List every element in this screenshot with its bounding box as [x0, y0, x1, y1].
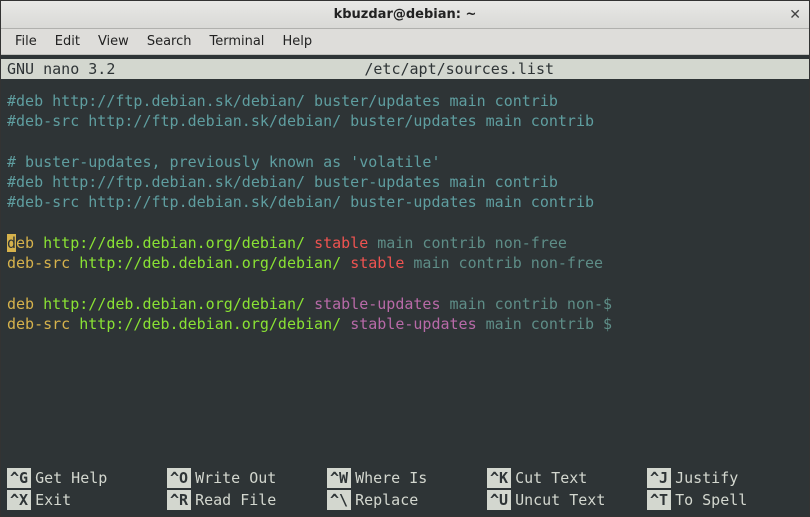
- menu-help[interactable]: Help: [274, 31, 320, 52]
- editor-line[interactable]: #deb http://ftp.debian.sk/debian/ buster…: [7, 91, 803, 111]
- editor-segment: deb-src: [7, 254, 79, 272]
- nano-shortcuts: ^G Get Help^O Write Out^W Where Is^K Cut…: [7, 468, 803, 511]
- editor-segment: http://deb.debian.org/debian/: [79, 315, 350, 333]
- shortcut-key: ^\: [327, 490, 351, 510]
- editor-segment: deb: [7, 295, 43, 313]
- editor-segment: stable: [350, 254, 413, 272]
- shortcut-key: ^O: [167, 468, 191, 488]
- shortcut-key: ^J: [647, 468, 671, 488]
- shortcut-label: Get Help: [35, 468, 163, 488]
- shortcut-key: ^G: [7, 468, 31, 488]
- editor-segment: # buster-updates, previously known as 'v…: [7, 153, 440, 171]
- shortcut-key: ^K: [487, 468, 511, 488]
- editor-segment: http://deb.debian.org/debian/: [43, 295, 314, 313]
- editor-segment: main contrib non-free: [413, 254, 603, 272]
- editor-segment: d: [7, 234, 16, 252]
- editor-line[interactable]: #deb-src http://ftp.debian.sk/debian/ bu…: [7, 111, 803, 131]
- editor-segment: deb-src: [7, 315, 79, 333]
- shortcut-label: Uncut Text: [515, 490, 643, 510]
- shortcut-label: To Spell: [675, 490, 803, 510]
- shortcut-label: Where Is: [355, 468, 483, 488]
- editor-line[interactable]: deb-src http://deb.debian.org/debian/ st…: [7, 253, 803, 273]
- shortcut-label: Exit: [35, 490, 163, 510]
- shortcut-key: ^R: [167, 490, 191, 510]
- shortcut-label: Write Out: [195, 468, 323, 488]
- titlebar[interactable]: kbuzdar@debian: ~ ✕: [1, 1, 809, 29]
- editor-line[interactable]: deb http://deb.debian.org/debian/ stable…: [7, 233, 803, 253]
- shortcut-label: Read File: [195, 490, 323, 510]
- editor-line[interactable]: #deb-src http://ftp.debian.sk/debian/ bu…: [7, 192, 803, 212]
- editor-line[interactable]: deb http://deb.debian.org/debian/ stable…: [7, 294, 803, 314]
- editor-line[interactable]: # buster-updates, previously known as 'v…: [7, 152, 803, 172]
- editor-segment: http://deb.debian.org/debian/: [79, 254, 350, 272]
- editor-segment: stable: [314, 234, 377, 252]
- editor-segment: stable-updates: [350, 315, 485, 333]
- editor-line[interactable]: [7, 273, 803, 293]
- editor-line[interactable]: #deb http://ftp.debian.sk/debian/ buster…: [7, 172, 803, 192]
- menu-file[interactable]: File: [7, 31, 45, 52]
- menu-search[interactable]: Search: [139, 31, 200, 52]
- shortcut-key: ^W: [327, 468, 351, 488]
- editor-line[interactable]: [7, 213, 803, 233]
- editor-segment: main contrib non-free: [377, 234, 567, 252]
- terminal-window: kbuzdar@debian: ~ ✕ File Edit View Searc…: [0, 0, 810, 517]
- window-title: kbuzdar@debian: ~: [334, 7, 477, 22]
- editor-segment: #deb http://ftp.debian.sk/debian/ buster…: [7, 173, 558, 191]
- close-icon[interactable]: ✕: [789, 7, 801, 23]
- editor-segment: #deb-src http://ftp.debian.sk/debian/ bu…: [7, 112, 594, 130]
- nano-filename: /etc/apt/sources.list: [115, 59, 803, 79]
- editor-segment: main contrib $: [486, 315, 612, 333]
- editor-content[interactable]: #deb http://ftp.debian.sk/debian/ buster…: [7, 81, 803, 468]
- nano-app-version: GNU nano 3.2: [7, 59, 115, 79]
- shortcut-label: Cut Text: [515, 468, 643, 488]
- nano-header: GNU nano 3.2 /etc/apt/sources.list: [1, 59, 809, 79]
- shortcut-key: ^X: [7, 490, 31, 510]
- menu-edit[interactable]: Edit: [47, 31, 88, 52]
- menu-terminal[interactable]: Terminal: [201, 31, 272, 52]
- shortcut-label: Justify: [675, 468, 803, 488]
- menubar: File Edit View Search Terminal Help: [1, 29, 809, 55]
- shortcut-key: ^T: [647, 490, 671, 510]
- editor-line[interactable]: deb-src http://deb.debian.org/debian/ st…: [7, 314, 803, 334]
- editor-segment: http://deb.debian.org/debian/: [43, 234, 314, 252]
- editor-segment: #deb-src http://ftp.debian.sk/debian/ bu…: [7, 193, 594, 211]
- editor-segment: main contrib non-$: [450, 295, 613, 313]
- editor-segment: stable-updates: [314, 295, 449, 313]
- editor-segment: #deb http://ftp.debian.sk/debian/ buster…: [7, 92, 558, 110]
- menu-view[interactable]: View: [90, 31, 137, 52]
- terminal-area[interactable]: GNU nano 3.2 /etc/apt/sources.list #deb …: [1, 55, 809, 516]
- shortcut-label: Replace: [355, 490, 483, 510]
- editor-segment: eb: [16, 234, 43, 252]
- shortcut-key: ^U: [487, 490, 511, 510]
- editor-line[interactable]: [7, 132, 803, 152]
